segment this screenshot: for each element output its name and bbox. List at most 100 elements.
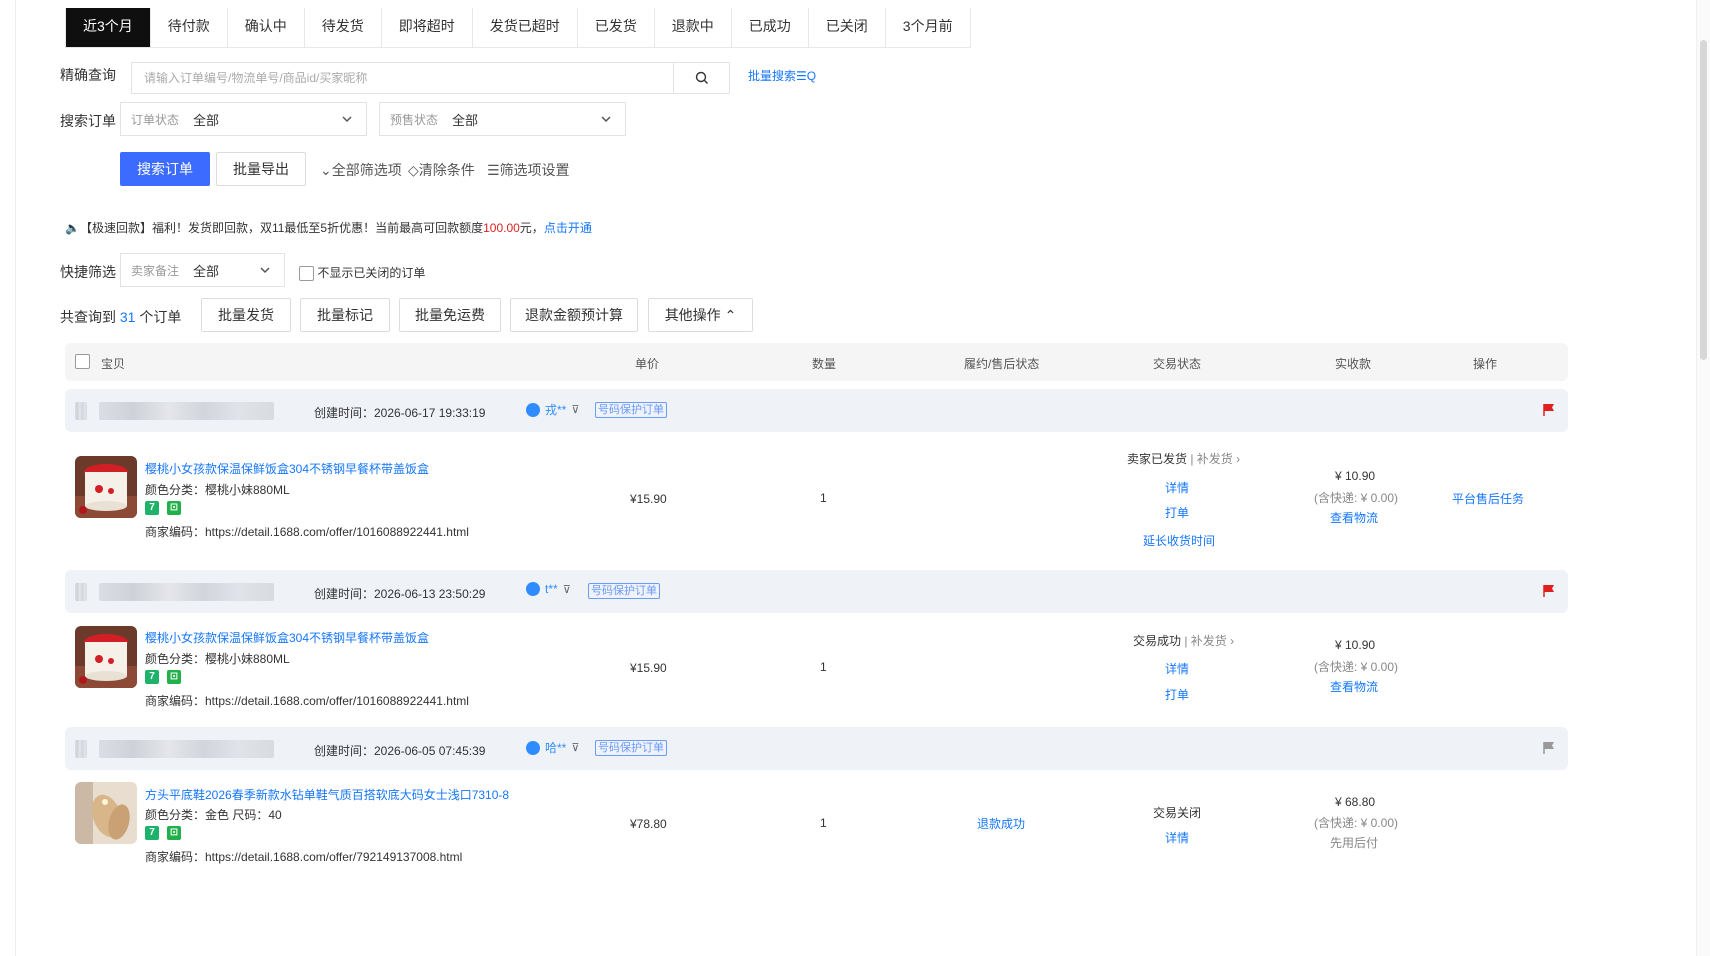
summary-suffix: 个订单 <box>139 309 182 325</box>
batch-export-button[interactable]: 批量导出 <box>216 152 306 186</box>
clear-conditions-button[interactable]: ◇清除条件 <box>408 160 475 180</box>
flag-icon[interactable] <box>1542 584 1556 598</box>
wangwang-icon[interactable] <box>526 740 540 755</box>
order-created-time: 创建时间：2026-06-13 23:50:29 <box>314 587 486 601</box>
wangwang-icon[interactable] <box>526 582 540 596</box>
reship-link[interactable]: | 补发货 › <box>1181 634 1234 648</box>
other-actions-button[interactable]: 其他操作 ⌃ <box>648 298 753 332</box>
chevron-down-icon <box>601 116 611 123</box>
order-status-select[interactable]: 订单状态 全部 <box>120 102 367 136</box>
quick-filter-label: 快捷筛选 <box>60 264 116 280</box>
col-ops: 操作 <box>1473 357 1498 371</box>
notice-text: 【极速回款】福利！发货即回款，双11最低至5折优惠！当前最高可回款额度 <box>79 221 484 235</box>
filter-icon[interactable]: ⊽ <box>571 741 579 754</box>
trade-status: 交易成功 | 补发货 › <box>1133 632 1234 649</box>
exact-search-label: 精确查询 <box>60 67 116 83</box>
tab-confirming[interactable]: 确认中 <box>228 8 305 47</box>
scrollbar-thumb[interactable] <box>1700 40 1707 360</box>
order-checkbox-blurred <box>75 583 87 601</box>
product-title-link[interactable]: 樱桃小女孩款保温保鲜饭盒304不锈钢早餐杯带盖饭盒 <box>145 460 429 477</box>
filter-icon[interactable]: ⊽ <box>571 403 579 416</box>
search-orders-button[interactable]: 搜索订单 <box>120 152 210 186</box>
received-amount: ¥ 10.90 <box>1335 469 1376 483</box>
tab-to-ship[interactable]: 待发货 <box>305 8 382 47</box>
order-status-value: 全部 <box>193 112 220 128</box>
tab-closed[interactable]: 已关闭 <box>809 8 886 47</box>
print-label-link[interactable]: 打单 <box>1165 686 1189 703</box>
trade-status-text: 卖家已发货 <box>1127 452 1188 466</box>
flag-icon[interactable] <box>1542 741 1556 755</box>
order-detail-link[interactable]: 详情 <box>1165 829 1189 846</box>
order-created-time: 创建时间：2026-06-17 19:33:19 <box>314 406 486 420</box>
search-box <box>131 62 730 94</box>
filter-settings-button[interactable]: ☰筛选项设置 <box>487 160 570 180</box>
unit-price: ¥15.90 <box>630 492 667 506</box>
table-header: 宝贝 单价 数量 履约/售后状态 交易状态 实收款 操作 <box>65 343 1568 381</box>
search-orders-label: 搜索订单 <box>60 113 116 129</box>
extend-receipt-link[interactable]: 延长收货时间 <box>1143 532 1215 549</box>
buyer-info[interactable]: 戎** ⊽ <box>526 401 579 418</box>
order-detail-link[interactable]: 详情 <box>1165 660 1189 677</box>
print-label-link[interactable]: 打单 <box>1165 504 1189 521</box>
filter-settings-label: 筛选项设置 <box>499 162 570 178</box>
scrollbar[interactable] <box>1696 0 1710 956</box>
tab-about-to-timeout[interactable]: 即将超时 <box>382 8 473 47</box>
buyer-name: 哈** <box>545 741 567 755</box>
wangwang-icon[interactable] <box>526 402 540 417</box>
hide-closed-option[interactable]: 不显示已关闭的订单 <box>299 264 425 282</box>
product-thumbnail[interactable] <box>75 456 137 518</box>
trade-status: 卖家已发货 | 补发货 › <box>1127 450 1240 467</box>
tab-pending-payment[interactable]: 待付款 <box>151 8 228 47</box>
refund-success-link[interactable]: 退款成功 <box>977 815 1025 832</box>
seven-day-return-icon: 7 <box>145 826 159 840</box>
tab-before-3-months[interactable]: 3个月前 <box>886 8 970 47</box>
presale-status-label: 预售状态 <box>390 112 439 127</box>
select-all-checkbox[interactable] <box>75 354 90 369</box>
col-price: 单价 <box>635 357 660 371</box>
order-header: 创建时间：2026-06-05 07:45:39 哈** ⊽ 号码保护订单 <box>65 727 1568 770</box>
batch-free-shipping-button[interactable]: 批量免运费 <box>399 298 501 332</box>
presale-status-value: 全部 <box>452 112 479 128</box>
reship-link[interactable]: | 补发货 › <box>1187 452 1240 466</box>
product-title-link[interactable]: 方头平底鞋2026春季新款水钻单鞋气质百搭软底大码女士浅口7310-8 <box>145 786 509 803</box>
summary-count: 31 <box>119 309 136 325</box>
batch-mark-button[interactable]: 批量标记 <box>300 298 390 332</box>
seller-remark-value: 全部 <box>193 263 220 279</box>
number-protection-tag: 号码保护订单 <box>588 583 660 599</box>
view-logistics-link[interactable]: 查看物流 <box>1330 678 1378 695</box>
batch-search-link[interactable]: 批量搜索☰Q <box>748 67 816 84</box>
seller-remark-label: 卖家备注 <box>131 263 180 278</box>
flag-icon[interactable] <box>1542 403 1556 417</box>
tab-shipped[interactable]: 已发货 <box>578 8 655 47</box>
product-thumbnail[interactable] <box>75 782 137 844</box>
filter-icon[interactable]: ⊽ <box>563 583 571 596</box>
product-title-link[interactable]: 樱桃小女孩款保温保鲜饭盒304不锈钢早餐杯带盖饭盒 <box>145 629 429 646</box>
tab-refunding[interactable]: 退款中 <box>655 8 732 47</box>
buyer-info[interactable]: t** ⊽ <box>526 582 571 596</box>
order-detail-link[interactable]: 详情 <box>1165 479 1189 496</box>
trade-status: 交易关闭 <box>1153 804 1201 821</box>
seller-remark-select[interactable]: 卖家备注 全部 <box>120 253 285 287</box>
platform-after-sale-link[interactable]: 平台售后任务 <box>1452 490 1524 507</box>
tab-succeeded[interactable]: 已成功 <box>732 8 809 47</box>
refund-estimate-button[interactable]: 退款金额预计算 <box>510 298 638 332</box>
batch-ship-button[interactable]: 批量发货 <box>201 298 291 332</box>
tab-ship-overdue[interactable]: 发货已超时 <box>473 8 578 47</box>
col-qty: 数量 <box>812 357 837 371</box>
shipping-fee: (含快递: ¥ 0.00) <box>1314 660 1399 674</box>
hide-closed-checkbox[interactable] <box>299 266 314 282</box>
view-logistics-link[interactable]: 查看物流 <box>1330 509 1378 526</box>
presale-status-select[interactable]: 预售状态 全部 <box>379 102 626 136</box>
search-icon[interactable] <box>673 63 729 93</box>
buyer-info[interactable]: 哈** ⊽ <box>526 739 579 756</box>
activate-link[interactable]: 点击开通 <box>544 221 592 235</box>
all-filters-toggle[interactable]: ⌄全部筛选项 <box>320 160 402 180</box>
search-input[interactable] <box>132 63 662 93</box>
notice-amount: 100.00 <box>483 221 520 235</box>
tab-last-3-months[interactable]: 近3个月 <box>66 8 151 47</box>
col-received: 实收款 <box>1335 357 1372 371</box>
chevron-down-icon <box>342 116 352 123</box>
product-thumbnail[interactable] <box>75 626 137 688</box>
guarantee-icon: ⊡ <box>167 670 181 684</box>
merchant-code: 商家编码：https://detail.1688.com/offer/10160… <box>145 525 469 539</box>
